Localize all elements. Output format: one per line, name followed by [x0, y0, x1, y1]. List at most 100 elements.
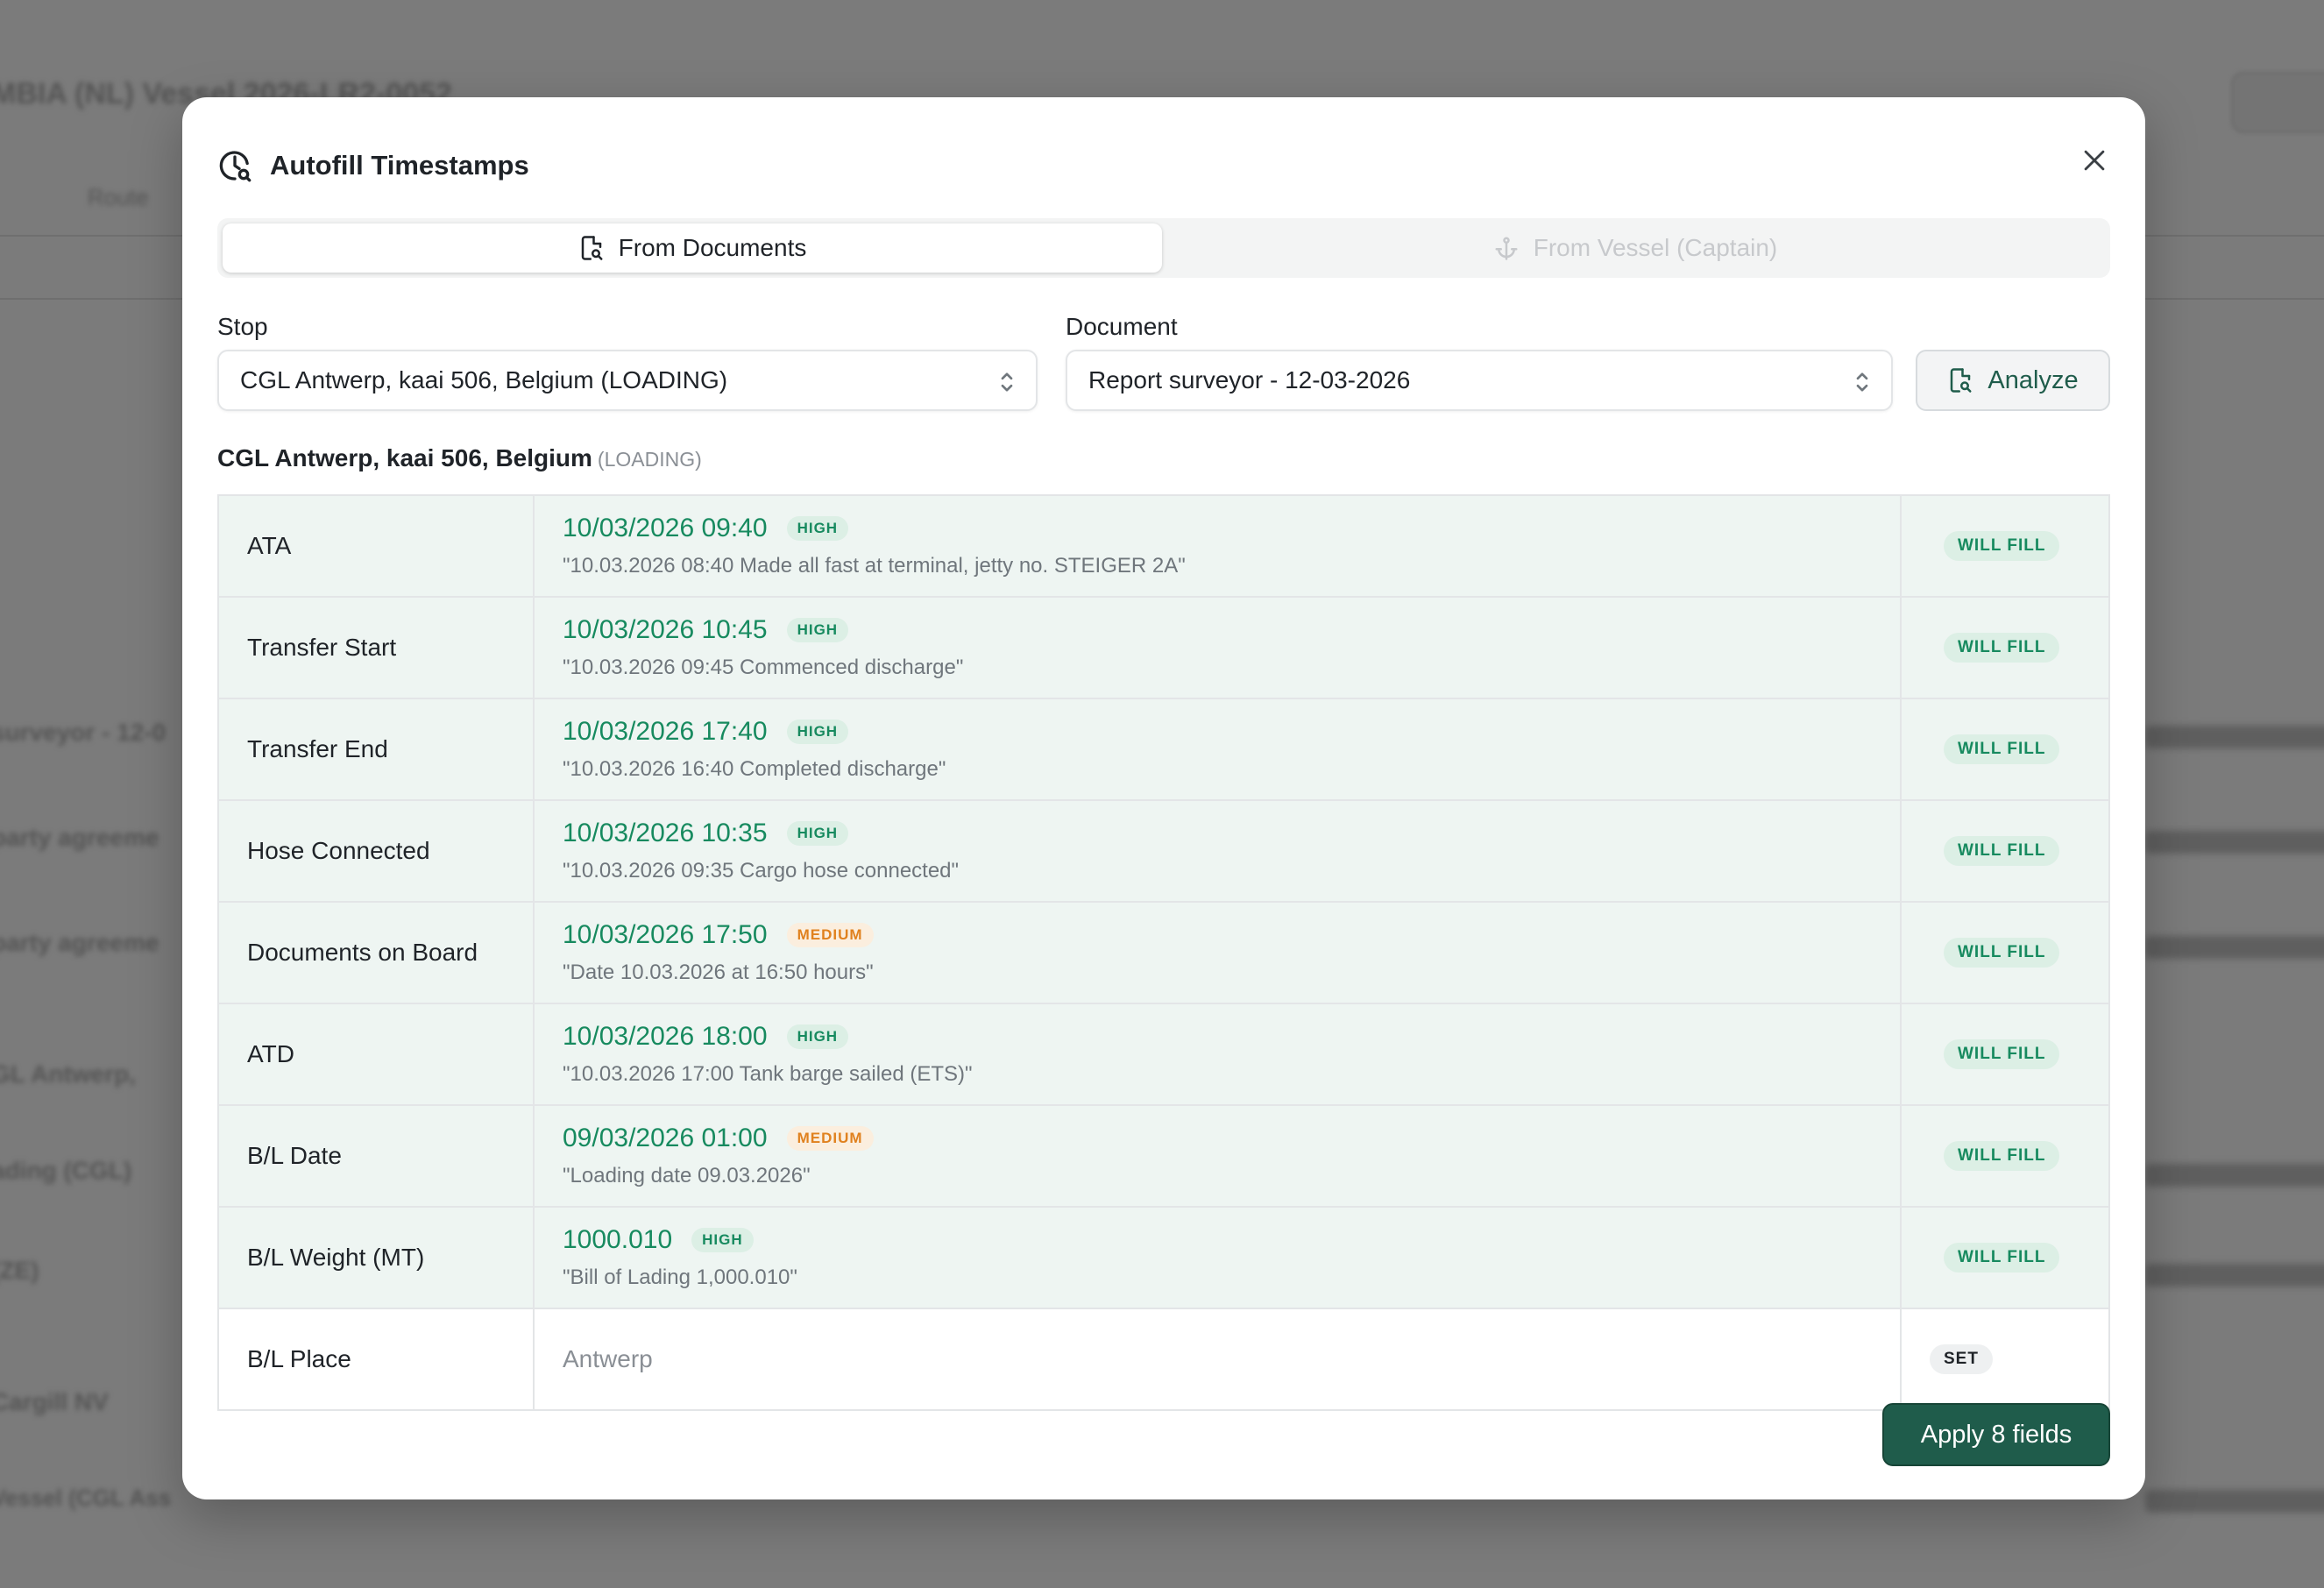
- table-row: Documents on Board 10/03/2026 17:50 MEDIU…: [219, 903, 2108, 1004]
- analyze-label: Analyze: [1987, 365, 2079, 394]
- document-search-icon: [581, 236, 603, 260]
- autofill-timestamps-dialog: Autofill Timestamps From Documents From …: [182, 97, 2145, 1499]
- tab-from-documents[interactable]: From Documents: [223, 223, 1162, 273]
- source-tabs: From Documents From Vessel (Captain): [217, 218, 2110, 278]
- background-row: [2145, 1164, 2324, 1187]
- stop-type-tag: (LOADING): [597, 448, 702, 471]
- stop-name: CGL Antwerp, kaai 506, Belgium: [217, 444, 592, 471]
- clock-search-icon: [219, 151, 252, 182]
- status-badge: WILL FILL: [1944, 938, 2060, 968]
- stop-select[interactable]: CGL Antwerp, kaai 506, Belgium (LOADING): [217, 350, 1038, 411]
- background-row-label: Cargill NV: [0, 1388, 109, 1415]
- tab-label: From Vessel (Captain): [1533, 234, 1778, 261]
- chevron-up-down-icon: [1001, 372, 1013, 392]
- table-row: B/L Place Antwerp SET: [219, 1309, 2108, 1409]
- source-quote: "10.03.2026 09:35 Cargo hose connected": [563, 859, 960, 883]
- confidence-badge: MEDIUM: [786, 923, 874, 947]
- field-value-cell: 10/03/2026 09:40 HIGH "10.03.2026 08:40 M…: [535, 496, 1902, 596]
- background-row-label: GL Antwerp,: [0, 1060, 136, 1088]
- background-row: [2145, 831, 2324, 854]
- dialog-title: Autofill Timestamps: [270, 150, 529, 181]
- field-name: Transfer Start: [219, 598, 535, 698]
- tab-from-vessel[interactable]: From Vessel (Captain): [1166, 223, 2105, 273]
- table-row: B/L Weight (MT) 1000.010 HIGH "Bill of La…: [219, 1208, 2108, 1309]
- document-value: Report surveyor - 12-03-2026: [1088, 366, 1411, 393]
- extracted-value: 10/03/2026 17:40: [563, 717, 768, 746]
- close-button[interactable]: [2075, 141, 2114, 180]
- field-value-cell: 10/03/2026 17:40 HIGH "10.03.2026 16:40 C…: [535, 699, 1902, 799]
- table-row: Transfer End 10/03/2026 17:40 HIGH "10.03…: [219, 699, 2108, 801]
- background-row-label: ading (CGL): [0, 1157, 132, 1184]
- background-row-label: party agreeme: [0, 929, 159, 956]
- stop-label: Stop: [217, 313, 268, 340]
- confidence-badge: HIGH: [691, 1228, 754, 1252]
- confidence-badge: HIGH: [786, 1024, 849, 1049]
- source-quote: "10.03.2026 08:40 Made all fast at termi…: [563, 554, 1186, 578]
- source-quote: "Date 10.03.2026 at 16:50 hours": [563, 961, 874, 984]
- stop-section-title: CGL Antwerp, kaai 506, Belgium (LOADING): [217, 444, 702, 472]
- background-button: [2231, 72, 2324, 133]
- field-value-cell: 10/03/2026 10:45 HIGH "10.03.2026 09:45 C…: [535, 598, 1902, 698]
- background-row: [2145, 1264, 2324, 1287]
- status-badge: SET: [1930, 1344, 1993, 1374]
- field-value-cell: 09/03/2026 01:00 MEDIUM "Loading date 09.…: [535, 1106, 1902, 1206]
- field-name: Hose Connected: [219, 801, 535, 901]
- field-name: B/L Date: [219, 1106, 535, 1206]
- source-quote: "10.03.2026 17:00 Tank barge sailed (ETS…: [563, 1062, 973, 1086]
- document-select[interactable]: Report surveyor - 12-03-2026: [1066, 350, 1893, 411]
- confidence-badge: HIGH: [786, 516, 849, 541]
- analyze-button[interactable]: Analyze: [1916, 350, 2110, 411]
- timestamps-table: ATA 10/03/2026 09:40 HIGH "10.03.2026 08:…: [217, 494, 2110, 1411]
- extracted-value: 10/03/2026 18:00: [563, 1022, 768, 1051]
- field-name: Documents on Board: [219, 903, 535, 1003]
- background-tab: Route: [88, 184, 149, 210]
- background-row-label: party agreeme: [0, 824, 159, 851]
- field-name: ATA: [219, 496, 535, 596]
- extracted-value: 10/03/2026 09:40: [563, 514, 768, 542]
- confidence-badge: HIGH: [786, 720, 849, 744]
- tab-label: From Documents: [618, 234, 807, 261]
- field-name: ATD: [219, 1004, 535, 1104]
- background-row-label: surveyor - 12-0: [0, 719, 167, 746]
- dialog-header: Autofill Timestamps: [217, 139, 529, 192]
- background-row-label: Vessel (CGL Ass: [0, 1485, 172, 1511]
- extracted-value: 10/03/2026 10:35: [563, 819, 768, 847]
- background-row: [2145, 726, 2324, 748]
- field-value-cell: 10/03/2026 17:50 MEDIUM "Date 10.03.2026 …: [535, 903, 1902, 1003]
- apply-fields-button[interactable]: Apply 8 fields: [1882, 1403, 2110, 1466]
- table-row: Transfer Start 10/03/2026 10:45 HIGH "10.…: [219, 598, 2108, 699]
- confidence-badge: HIGH: [786, 618, 849, 642]
- field-name: B/L Place: [219, 1309, 535, 1409]
- extracted-value: 1000.010: [563, 1225, 673, 1254]
- document-label: Document: [1066, 313, 1178, 340]
- chevron-up-down-icon: [1856, 372, 1868, 392]
- status-badge: WILL FILL: [1944, 734, 2060, 764]
- anchor-icon: [1495, 237, 1518, 260]
- background-row: [2145, 936, 2324, 959]
- extracted-value: 10/03/2026 17:50: [563, 920, 768, 949]
- source-quote: "10.03.2026 09:45 Commenced discharge": [563, 656, 964, 679]
- source-quote: "Bill of Lading 1,000.010": [563, 1265, 797, 1289]
- status-badge: WILL FILL: [1944, 531, 2060, 561]
- status-badge: WILL FILL: [1944, 1039, 2060, 1069]
- table-row: ATD 10/03/2026 18:00 HIGH "10.03.2026 17:…: [219, 1004, 2108, 1106]
- status-badge: WILL FILL: [1944, 633, 2060, 663]
- extracted-value: 10/03/2026 10:45: [563, 615, 768, 644]
- field-value-cell: Antwerp: [535, 1309, 1902, 1409]
- field-name: Transfer End: [219, 699, 535, 799]
- source-quote: "Loading date 09.03.2026": [563, 1164, 811, 1187]
- source-quote: "10.03.2026 16:40 Completed discharge": [563, 757, 946, 781]
- confidence-badge: HIGH: [786, 821, 849, 846]
- status-badge: WILL FILL: [1944, 1141, 2060, 1171]
- background-row: [2145, 1490, 2324, 1513]
- document-search-icon: [1951, 368, 1972, 393]
- stop-value: CGL Antwerp, kaai 506, Belgium (LOADING): [240, 366, 728, 393]
- confidence-badge: MEDIUM: [786, 1126, 874, 1151]
- table-row: ATA 10/03/2026 09:40 HIGH "10.03.2026 08:…: [219, 496, 2108, 598]
- table-row: Hose Connected 10/03/2026 10:35 HIGH "10.…: [219, 801, 2108, 903]
- extracted-value: 09/03/2026 01:00: [563, 1124, 768, 1152]
- status-badge: WILL FILL: [1944, 836, 2060, 866]
- field-value-cell: 1000.010 HIGH "Bill of Lading 1,000.010": [535, 1208, 1902, 1308]
- table-row: B/L Date 09/03/2026 01:00 MEDIUM "Loading…: [219, 1106, 2108, 1208]
- field-value-cell: 10/03/2026 10:35 HIGH "10.03.2026 09:35 C…: [535, 801, 1902, 901]
